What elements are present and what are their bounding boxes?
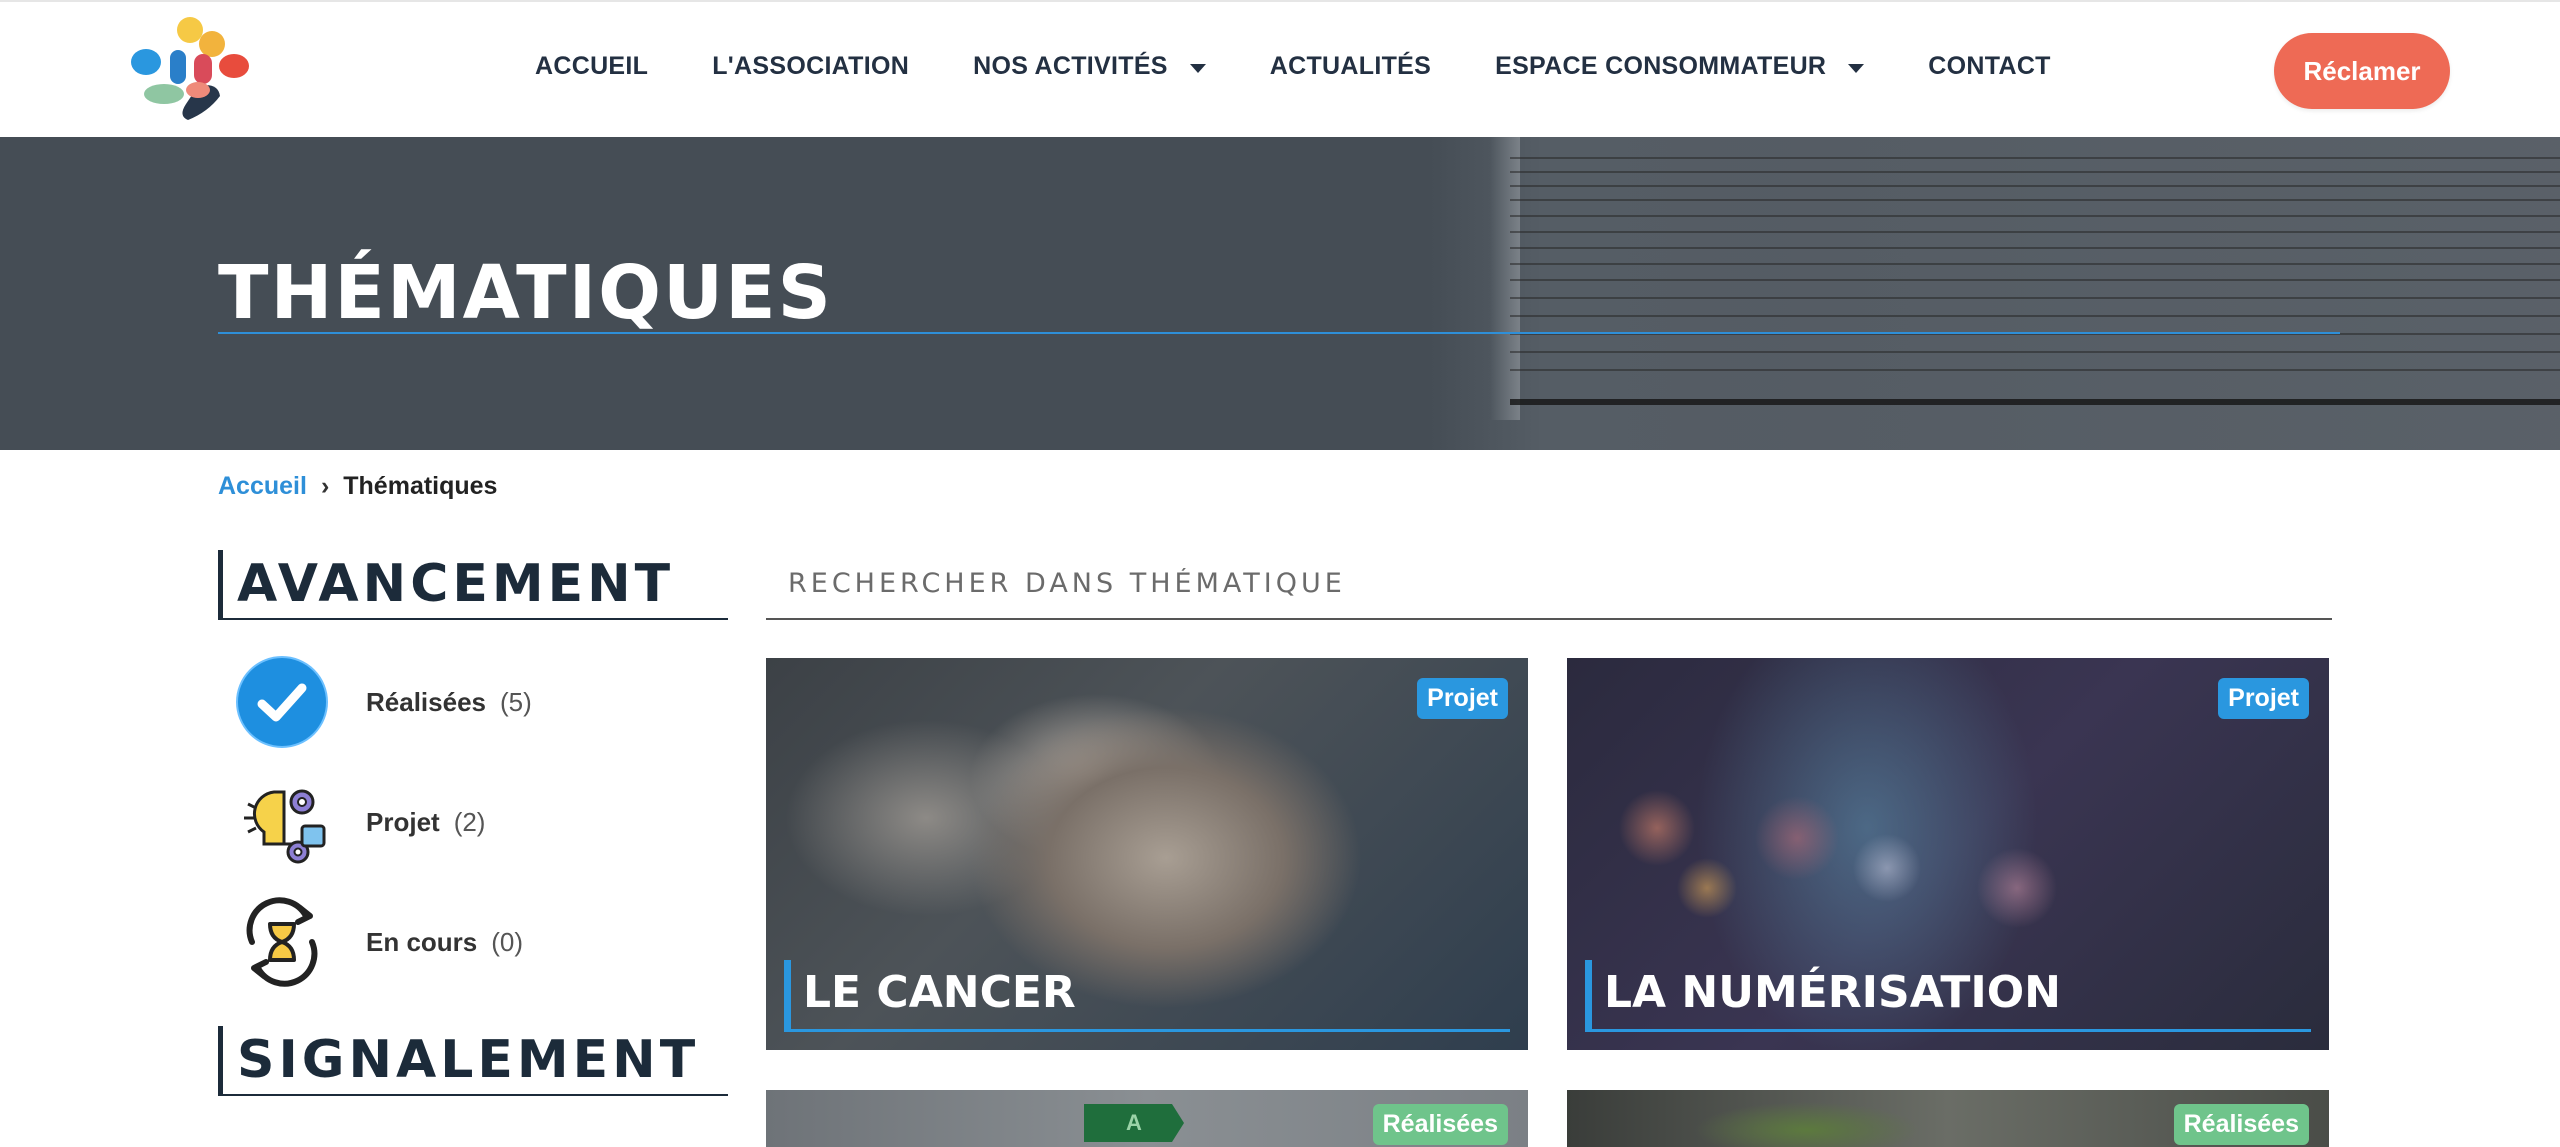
site-header: ACCUEIL L'ASSOCIATION NOS ACTIVITÉS ACTU… bbox=[0, 0, 2560, 137]
status-filter-en-cours[interactable]: En cours (0) bbox=[232, 892, 523, 992]
nav-actualites-label: ACTUALITÉS bbox=[1269, 52, 1432, 80]
check-circle-icon bbox=[232, 652, 332, 752]
main-nav: ACCUEIL L'ASSOCIATION NOS ACTIVITÉS ACTU… bbox=[535, 52, 2051, 81]
card-title: LA NUMÉRISATION bbox=[1585, 960, 2311, 1032]
status-count: (2) bbox=[453, 806, 486, 837]
status-badge: Réalisées bbox=[2173, 1104, 2309, 1145]
status-filter-realisees[interactable]: Réalisées (5) bbox=[232, 652, 532, 752]
nav-association-label: L'ASSOCIATION bbox=[712, 52, 910, 80]
status-badge: Projet bbox=[2218, 678, 2309, 719]
hero-background-image bbox=[1430, 137, 2560, 450]
status-filter-projet[interactable]: Projet (2) bbox=[232, 772, 485, 872]
energy-label-icon: A bbox=[1084, 1104, 1184, 1142]
lightbulb-gears-icon bbox=[232, 772, 332, 872]
status-badge: Projet bbox=[1417, 678, 1508, 719]
title-underline bbox=[218, 332, 2340, 334]
site-logo[interactable] bbox=[128, 16, 256, 128]
reclamer-button[interactable]: Réclamer bbox=[2274, 33, 2450, 109]
breadcrumb-separator-icon: › bbox=[320, 472, 330, 500]
card-title: LE CANCER bbox=[784, 960, 1510, 1032]
nav-accueil-label: ACCUEIL bbox=[535, 52, 649, 80]
hourglass-refresh-icon bbox=[232, 892, 332, 992]
nav-contact[interactable]: CONTACT bbox=[1928, 52, 2050, 81]
status-label: En cours bbox=[366, 926, 478, 957]
status-label: Réalisées bbox=[366, 686, 486, 717]
search-input[interactable] bbox=[766, 548, 2332, 620]
breadcrumb-current: Thématiques bbox=[343, 472, 498, 500]
nav-actualites[interactable]: ACTUALITÉS bbox=[1270, 52, 1431, 81]
nav-espace-consommateur-label: ESPACE CONSOMMATEUR bbox=[1495, 52, 1827, 80]
chevron-down-icon[interactable] bbox=[1189, 63, 1206, 73]
status-badge: Réalisées bbox=[1372, 1104, 1508, 1145]
status-count: (0) bbox=[491, 926, 524, 957]
chevron-down-icon[interactable] bbox=[1848, 63, 1865, 73]
thematique-card-cancer[interactable]: Projet LE CANCER bbox=[766, 658, 1528, 1050]
nav-nos-activites[interactable]: NOS ACTIVITÉS bbox=[973, 52, 1206, 81]
breadcrumb: Accueil › Thématiques bbox=[218, 472, 497, 501]
thematique-card-4[interactable]: Réalisées bbox=[1567, 1090, 2329, 1147]
nav-contact-label: CONTACT bbox=[1928, 52, 2051, 80]
status-label: Projet bbox=[366, 806, 440, 837]
signalement-heading: SIGNALEMENT bbox=[218, 1026, 728, 1096]
nav-nos-activites-label: NOS ACTIVITÉS bbox=[973, 52, 1168, 80]
status-count: (5) bbox=[499, 686, 532, 717]
nav-association[interactable]: L'ASSOCIATION bbox=[712, 52, 909, 81]
nav-espace-consommateur[interactable]: ESPACE CONSOMMATEUR bbox=[1495, 52, 1865, 81]
page-title: THÉMATIQUES bbox=[218, 250, 833, 336]
thematique-card-3[interactable]: A Réalisées bbox=[766, 1090, 1528, 1147]
thematique-card-numerisation[interactable]: Projet LA NUMÉRISATION bbox=[1567, 658, 2329, 1050]
avancement-heading: AVANCEMENT bbox=[218, 550, 728, 620]
breadcrumb-home-link[interactable]: Accueil bbox=[218, 472, 307, 501]
nav-accueil[interactable]: ACCUEIL bbox=[535, 52, 648, 81]
